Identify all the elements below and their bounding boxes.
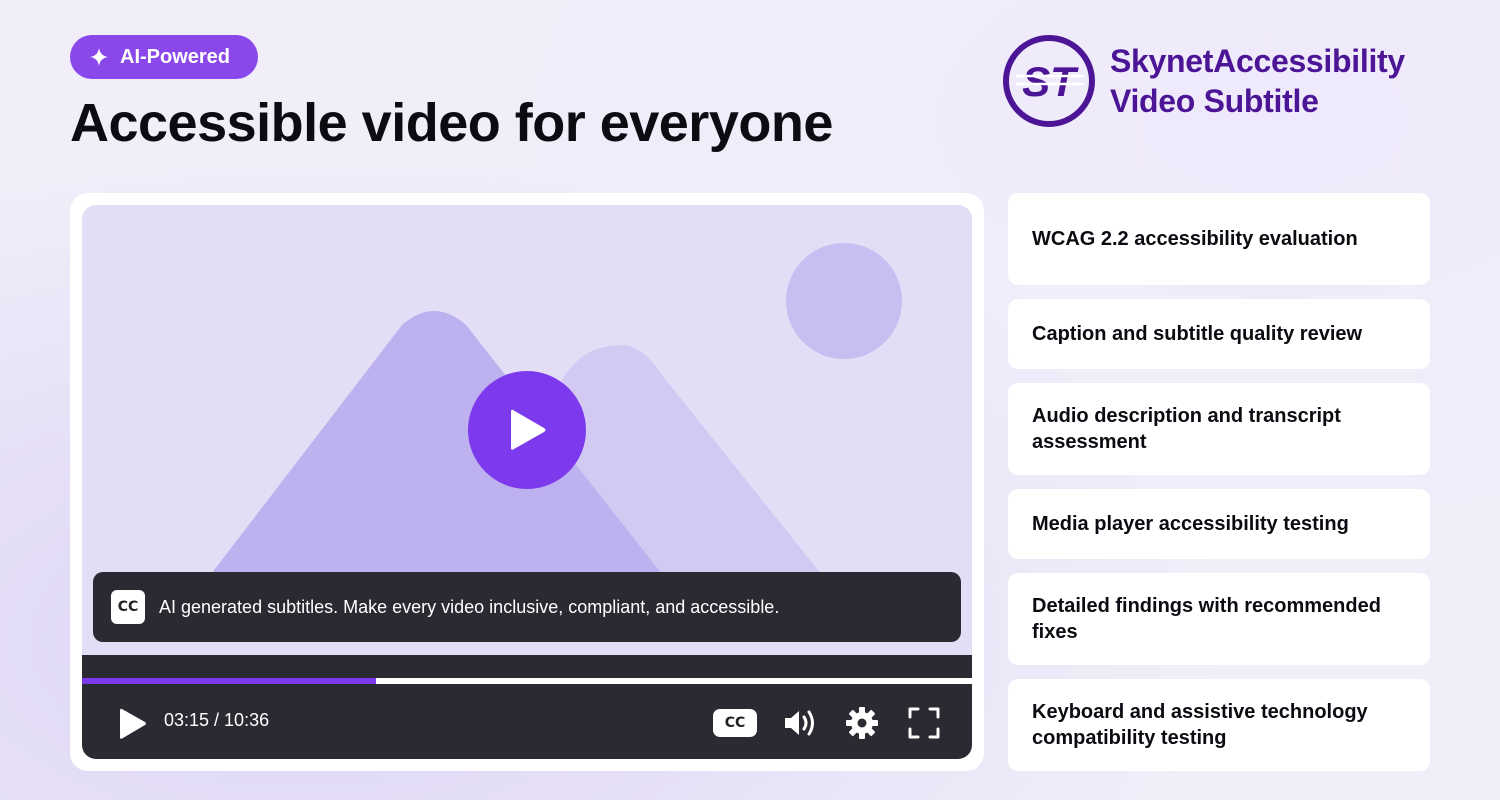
- play-icon: [511, 409, 546, 450]
- fullscreen-icon[interactable]: [907, 706, 941, 740]
- center-play-button[interactable]: [468, 371, 586, 489]
- play-button[interactable]: [118, 707, 148, 741]
- video-player-card: CC AI generated subtitles. Make every vi…: [70, 193, 984, 771]
- ai-powered-badge: AI-Powered: [70, 35, 258, 79]
- sparkle-icon: [90, 48, 108, 66]
- progress-bar[interactable]: [82, 678, 972, 684]
- subtitle-text: AI generated subtitles. Make every video…: [159, 596, 780, 617]
- feature-card: WCAG 2.2 accessibility evaluation: [1008, 193, 1430, 285]
- time-display: 03:15 / 10:36: [164, 710, 270, 730]
- settings-gear-icon[interactable]: [845, 706, 879, 740]
- brand-logo: ST SkynetAccessibility Video Subtitle: [1002, 34, 1405, 128]
- cc-icon: CC: [111, 590, 145, 624]
- feature-card: Media player accessibility testing: [1008, 489, 1430, 559]
- logo-monogram: ST: [1022, 58, 1079, 105]
- subtitle-overlay: CC AI generated subtitles. Make every vi…: [93, 572, 961, 642]
- progress-fill: [82, 678, 376, 684]
- volume-icon[interactable]: [783, 706, 819, 740]
- feature-card: Caption and subtitle quality review: [1008, 299, 1430, 369]
- feature-card: Audio description and transcript assessm…: [1008, 383, 1430, 475]
- brand-name: SkynetAccessibility: [1110, 43, 1405, 79]
- feature-card: Keyboard and assistive technology compat…: [1008, 679, 1430, 771]
- video-player[interactable]: CC AI generated subtitles. Make every vi…: [82, 205, 972, 759]
- feature-card: Detailed findings with recommended fixes: [1008, 573, 1430, 665]
- captions-toggle-button[interactable]: CC: [713, 709, 757, 737]
- skynet-logo-icon: ST: [1003, 35, 1095, 127]
- badge-label: AI-Powered: [120, 45, 231, 68]
- page-title: Accessible video for everyone: [70, 93, 833, 153]
- player-controls: 03:15 / 10:36 CC: [82, 655, 972, 759]
- brand-product: Video Subtitle: [1110, 83, 1319, 119]
